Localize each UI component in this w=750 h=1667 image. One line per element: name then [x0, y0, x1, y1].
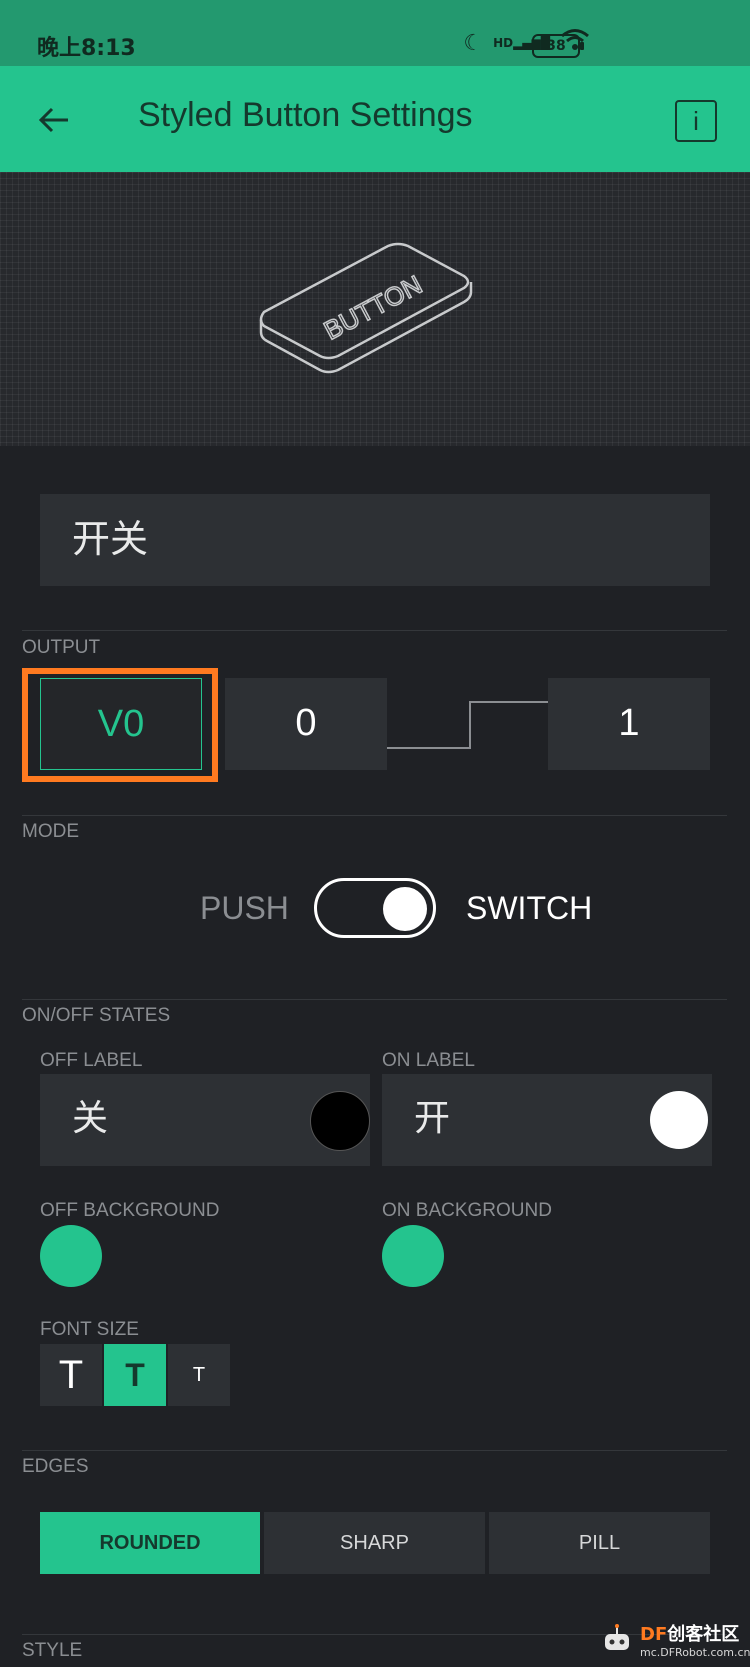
off-label-color-swatch[interactable] [310, 1091, 370, 1151]
mode-push-label[interactable]: PUSH [200, 890, 289, 927]
font-size-medium-button[interactable]: T [104, 1344, 166, 1406]
mode-toggle[interactable] [314, 878, 436, 938]
preview-button-text: BUTTON [319, 269, 427, 345]
battery-icon: 38 [532, 34, 584, 58]
mode-switch-label[interactable]: SWITCH [466, 890, 592, 927]
moon-icon: ☾ [463, 30, 484, 56]
font-size-small-button[interactable]: T [168, 1344, 230, 1406]
app-bar: Styled Button Settings i [0, 66, 750, 172]
divider [22, 630, 727, 631]
page-title: Styled Button Settings [138, 96, 473, 134]
off-label-title: OFF LABEL [40, 1050, 143, 1071]
button-illustration: BUTTON [259, 242, 473, 374]
info-button[interactable]: i [675, 100, 717, 142]
toggle-knob [383, 887, 427, 931]
watermark-url: mc.DFRobot.com.cn [640, 1646, 750, 1659]
on-background-color-swatch[interactable] [382, 1225, 444, 1287]
on-label-color-swatch[interactable] [650, 1091, 708, 1149]
off-background-color-swatch[interactable] [40, 1225, 102, 1287]
low-value-input[interactable]: 0 [225, 678, 387, 770]
widget-name-input[interactable]: 开关 [40, 494, 710, 586]
off-background-title: OFF BACKGROUND [40, 1200, 220, 1221]
edges-section-label: EDGES [22, 1456, 89, 1477]
states-section-label: ON/OFF STATES [22, 1005, 171, 1026]
style-section-label: STYLE [22, 1640, 83, 1661]
edge-sharp-button[interactable]: SHARP [264, 1512, 485, 1574]
mode-section-label: MODE [22, 821, 79, 842]
back-arrow-icon[interactable] [34, 100, 74, 140]
on-background-title: ON BACKGROUND [382, 1200, 552, 1221]
status-bar: 晚上8:13 ☾ HD▂▄▆█ 38 [0, 0, 750, 66]
font-size-large-button[interactable]: T [40, 1344, 102, 1406]
robot-logo-icon [605, 1624, 629, 1650]
divider [22, 1450, 727, 1451]
pin-selector[interactable]: V0 [40, 678, 202, 770]
watermark-brand: DF创客社区 [640, 1624, 740, 1645]
widget-preview: BUTTON [0, 172, 750, 446]
signal-wave-icon [387, 701, 550, 749]
divider [22, 815, 727, 816]
watermark: DF创客社区 mc.DFRobot.com.cn [596, 1618, 750, 1662]
edge-pill-button[interactable]: PILL [489, 1512, 710, 1574]
divider [22, 999, 727, 1000]
edge-rounded-button[interactable]: ROUNDED [40, 1512, 260, 1574]
high-value-input[interactable]: 1 [548, 678, 710, 770]
font-size-title: FONT SIZE [40, 1319, 139, 1340]
output-section-label: OUTPUT [22, 637, 101, 658]
status-time: 晚上8:13 [37, 36, 136, 61]
on-label-title: ON LABEL [382, 1050, 475, 1071]
